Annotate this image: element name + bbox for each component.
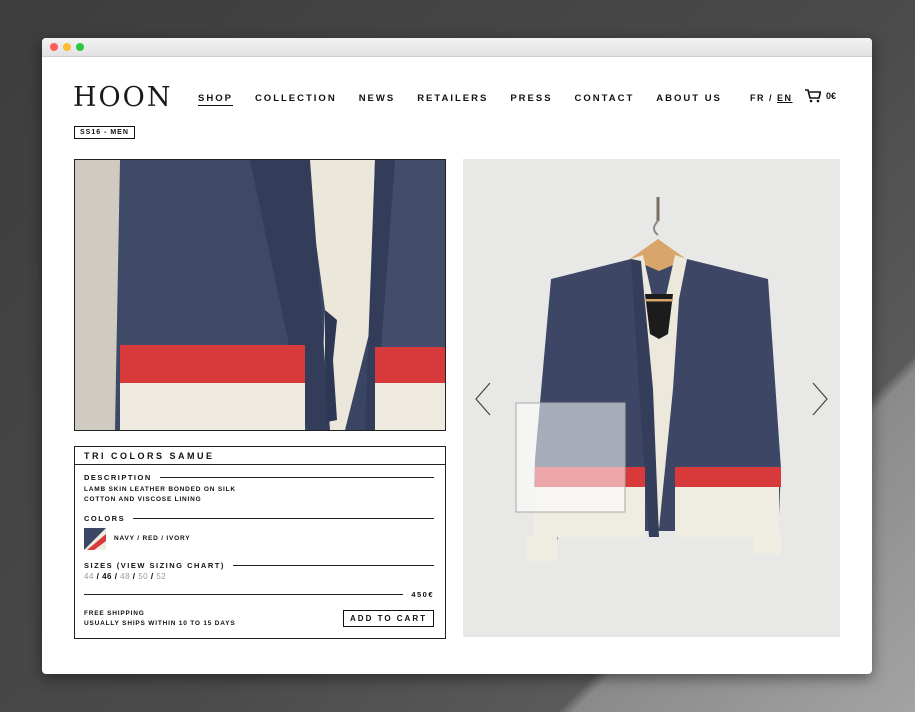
sizing-chart-link[interactable]: SIZES (VIEW SIZING CHART) xyxy=(84,561,225,570)
lang-separator: / xyxy=(769,93,774,103)
lang-en[interactable]: EN xyxy=(777,93,793,103)
size-option[interactable]: 50 xyxy=(138,572,148,581)
description-line: LAMB SKIN LEATHER BONDED ON SILK xyxy=(84,486,236,493)
nav-collection[interactable]: COLLECTION xyxy=(255,93,337,106)
divider xyxy=(84,594,404,595)
colors-heading: COLORS xyxy=(84,514,126,523)
divider xyxy=(133,518,434,519)
cart-total: 0€ xyxy=(826,91,837,101)
next-arrow-icon[interactable] xyxy=(811,382,829,416)
language-switcher: FR / EN xyxy=(750,93,793,103)
color-swatch[interactable] xyxy=(84,528,106,550)
description-line: COTTON AND VISCOSE LINING xyxy=(84,496,202,503)
size-selector: 44 / 46 / 48 / 50 / 52 xyxy=(84,572,167,581)
minimize-window-button[interactable] xyxy=(63,43,71,51)
cart-icon xyxy=(805,89,821,103)
collection-badge[interactable]: SS16 - MEN xyxy=(74,126,135,139)
product-zoom-image xyxy=(74,159,446,431)
shipping-line: USUALLY SHIPS WITHIN 10 TO 15 DAYS xyxy=(84,620,236,627)
main-nav: SHOP COLLECTION NEWS RETAILERS PRESS CON… xyxy=(198,93,722,106)
size-option[interactable]: 44 xyxy=(84,572,94,581)
price: 450€ xyxy=(411,590,434,599)
divider xyxy=(159,477,434,478)
description-heading: DESCRIPTION xyxy=(84,473,152,482)
jacket-on-hanger-illustration xyxy=(463,159,840,637)
lang-fr[interactable]: FR xyxy=(750,93,765,103)
size-option[interactable]: 48 xyxy=(120,572,130,581)
maximize-window-button[interactable] xyxy=(76,43,84,51)
browser-window: HOON SHOP COLLECTION NEWS RETAILERS PRES… xyxy=(42,38,872,674)
size-option[interactable]: 52 xyxy=(156,572,166,581)
add-to-cart-button[interactable]: ADD TO CART xyxy=(343,610,434,627)
shipping-info: FREE SHIPPING USUALLY SHIPS WITHIN 10 TO… xyxy=(84,609,235,629)
nav-press[interactable]: PRESS xyxy=(510,93,552,106)
jacket-detail-illustration xyxy=(75,160,445,430)
cart-button[interactable]: 0€ xyxy=(804,89,836,103)
price-row: 450€ xyxy=(84,590,434,599)
nav-contact[interactable]: CONTACT xyxy=(575,93,635,106)
size-option-selected[interactable]: 46 xyxy=(102,572,112,581)
colors-section: COLORS NAVY / RED / IVORY xyxy=(84,514,434,550)
nav-shop[interactable]: SHOP xyxy=(198,93,233,106)
nav-news[interactable]: NEWS xyxy=(359,93,396,106)
product-main-image[interactable] xyxy=(463,159,840,637)
prev-arrow-icon[interactable] xyxy=(474,382,492,416)
close-window-button[interactable] xyxy=(50,43,58,51)
title-bar xyxy=(42,38,872,57)
shipping-line: FREE SHIPPING xyxy=(84,610,145,617)
nav-retailers[interactable]: RETAILERS xyxy=(417,93,488,106)
divider xyxy=(232,565,434,566)
description-section: DESCRIPTION LAMB SKIN LEATHER BONDED ON … xyxy=(84,473,434,505)
sizes-section: SIZES (VIEW SIZING CHART) 44 / 46 / 48 /… xyxy=(84,561,434,581)
product-info-panel: TRI COLORS SAMUE DESCRIPTION LAMB SKIN L… xyxy=(74,446,446,639)
product-title: TRI COLORS SAMUE xyxy=(75,447,445,465)
nav-about-us[interactable]: ABOUT US xyxy=(656,93,722,106)
colors-value: NAVY / RED / IVORY xyxy=(114,535,191,542)
site-logo[interactable]: HOON xyxy=(73,82,172,113)
